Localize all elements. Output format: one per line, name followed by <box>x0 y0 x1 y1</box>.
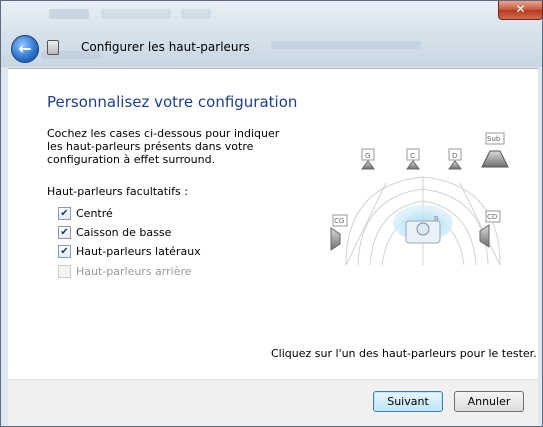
speaker-icon <box>330 227 341 251</box>
blur-block <box>49 9 89 19</box>
speaker-label: D <box>452 152 457 160</box>
checkbox-label: Haut-parleurs arrière <box>76 264 192 278</box>
speaker-icon <box>361 160 375 170</box>
test-hint-text: Cliquez sur l'un des haut-parleurs pour … <box>271 347 537 360</box>
dialog-window: ✕ ← Configurer les haut-parleurs Personn… <box>0 0 543 427</box>
speaker-diagram: B G C D Sub CG CD <box>330 132 509 266</box>
speaker-label: CG <box>334 217 344 225</box>
checkbox-side-speakers[interactable]: ✔ Haut-parleurs latéraux <box>58 243 201 259</box>
dialog-footer: Suivant Annuler <box>8 379 538 426</box>
blur-block <box>181 9 211 19</box>
checkbox-box[interactable] <box>58 264 71 278</box>
close-icon: ✕ <box>515 2 526 16</box>
checkbox-rear-speakers[interactable]: Haut-parleurs arrière <box>58 263 192 279</box>
speaker-side-left[interactable]: CG <box>330 214 348 251</box>
speaker-icon <box>406 160 420 170</box>
checkbox-label: Haut-parleurs latéraux <box>76 244 201 258</box>
checkbox-label: Caisson de basse <box>76 225 172 239</box>
next-button[interactable]: Suivant <box>373 391 443 412</box>
speaker-front-left[interactable]: G <box>361 148 375 170</box>
speaker-icon <box>479 224 490 248</box>
checkbox-center[interactable]: ✔ Centré <box>58 205 113 221</box>
blur-block <box>101 9 171 19</box>
back-button[interactable]: ← <box>11 35 39 63</box>
checkbox-subwoofer[interactable]: ✔ Caisson de basse <box>58 224 171 240</box>
checkbox-box[interactable]: ✔ <box>58 206 71 220</box>
background-blur <box>41 3 481 65</box>
checkbox-box[interactable]: ✔ <box>58 244 71 258</box>
speaker-label: Sub <box>487 135 501 143</box>
instructions-text: Cochez les cases ci-dessous pour indique… <box>47 127 280 166</box>
checkbox-label: Centré <box>76 206 113 220</box>
blur-block <box>271 41 421 49</box>
speaker-icon <box>448 160 462 170</box>
speaker-icon <box>481 150 509 168</box>
checkbox-box[interactable]: ✔ <box>58 225 71 239</box>
cancel-button[interactable]: Annuler <box>454 391 524 412</box>
speaker-label: CD <box>487 213 497 221</box>
listener-label: B <box>434 215 439 223</box>
speaker-center[interactable]: C <box>406 148 420 170</box>
speaker-front-right[interactable]: D <box>448 148 462 170</box>
close-button[interactable]: ✕ <box>498 1 543 20</box>
speaker-app-icon <box>47 40 59 55</box>
speaker-label: C <box>410 152 415 160</box>
window-title: Configurer les haut-parleurs <box>81 40 250 54</box>
speaker-subwoofer[interactable]: Sub <box>481 132 509 168</box>
back-arrow-icon: ← <box>18 39 32 58</box>
speaker-side-right[interactable]: CD <box>479 210 501 248</box>
page-heading: Personnalisez votre configuration <box>47 93 298 111</box>
optional-speakers-label: Haut-parleurs facultatifs : <box>47 185 188 198</box>
listener-icon <box>416 222 430 236</box>
content-panel: Personnalisez votre configuration Cochez… <box>8 68 538 380</box>
speaker-label: G <box>365 152 370 160</box>
